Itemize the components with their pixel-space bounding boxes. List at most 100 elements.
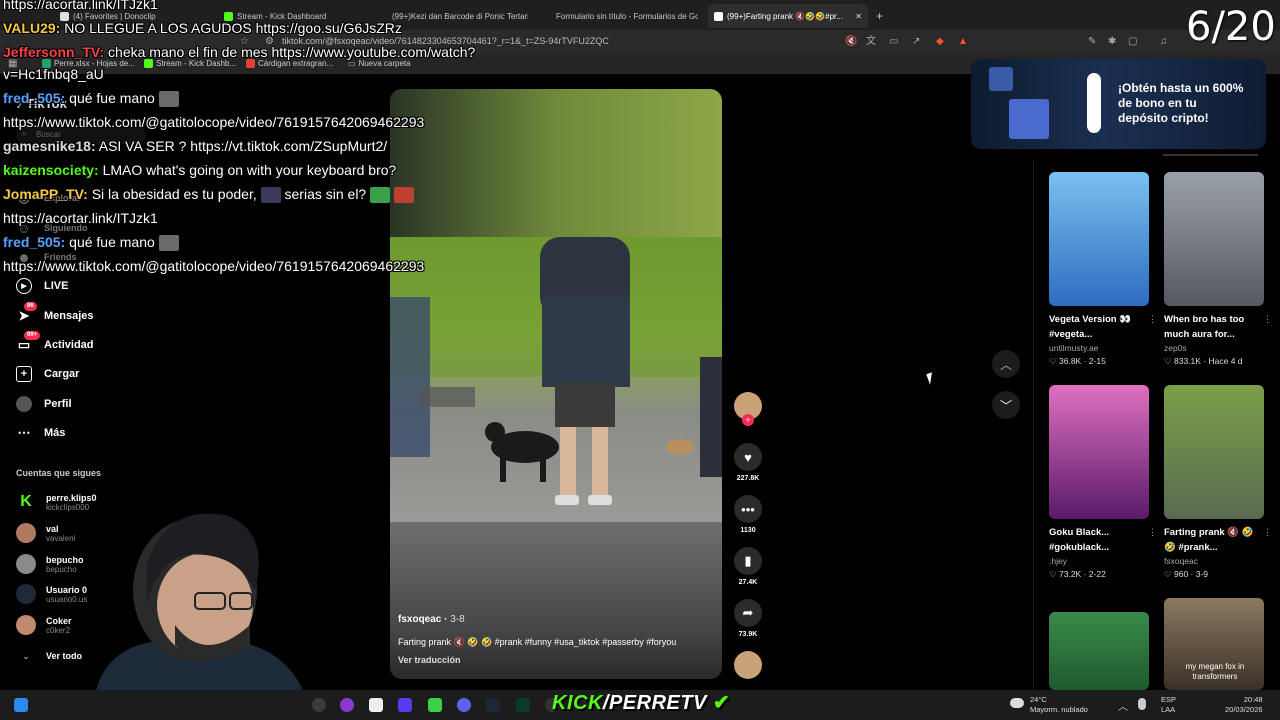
nav-label: LIVE xyxy=(44,280,69,292)
more-options-icon[interactable]: ⋮ xyxy=(1263,527,1272,538)
discord-icon[interactable] xyxy=(457,698,471,712)
recommended-video-card[interactable]: When bro has too much aura for... zep0s … xyxy=(1164,172,1272,367)
next-video-button[interactable]: ﹀ xyxy=(992,391,1020,419)
chat-message: https://acortar.link/ITJzk1 xyxy=(3,0,158,12)
avatar xyxy=(16,554,36,574)
microphone-icon[interactable] xyxy=(1138,698,1146,710)
like-count: 227.8K xyxy=(736,475,760,482)
app-icon[interactable] xyxy=(340,698,354,712)
mute-icon[interactable]: 🔇 xyxy=(845,36,857,47)
save-button[interactable]: ▮ 27.4K xyxy=(734,547,762,586)
nav-actividad[interactable]: ▭ 99+ Actividad xyxy=(16,331,94,355)
like-button[interactable]: ♥ 227.8K xyxy=(734,443,762,482)
app-icon[interactable] xyxy=(398,698,412,712)
heart-icon: ♡ xyxy=(1049,356,1057,366)
video-author[interactable]: fsxoqeac · 3-8 xyxy=(398,614,465,625)
chat-line: JomaPP_TV: Si la obesidad es tu poder, s… xyxy=(3,186,414,204)
card-title: When bro has too much aura for... xyxy=(1164,314,1245,340)
live-icon: ▶ xyxy=(16,278,32,294)
recommended-video-card[interactable]: my megan fox in transformers xyxy=(1164,598,1264,690)
brave-rewards-icon[interactable]: ▲ xyxy=(958,36,969,47)
nav-mas[interactable]: ⋯ Más xyxy=(16,423,66,443)
chat-line: kaizensociety: LMAO what's going on with… xyxy=(3,162,396,178)
tray-chevron-icon[interactable]: ︿ xyxy=(1118,698,1128,713)
gift-box-icon xyxy=(989,67,1013,91)
card-date: 2-15 xyxy=(1088,356,1106,366)
video-thumbnail xyxy=(1164,385,1264,519)
recommended-video-card[interactable] xyxy=(1049,612,1149,690)
nav-mensajes[interactable]: ➤ 86 Mensajes xyxy=(16,302,94,326)
app-icon[interactable] xyxy=(516,698,530,712)
chat-message: https://acortar.link/ITJzk1 xyxy=(3,210,158,226)
chat-username: gamesnike18: xyxy=(3,138,96,154)
bookmark-label: Nueva carpeta xyxy=(358,59,411,68)
windows-start-icon[interactable] xyxy=(14,698,28,712)
brave-shield-icon[interactable]: ◆ xyxy=(936,36,947,47)
tab-kezi[interactable]: (99+)Kezi dan Barcode di Ponic Tertarik xyxy=(388,6,528,26)
more-options-icon[interactable]: ⋮ xyxy=(1148,314,1157,325)
card-likes: 73.2K xyxy=(1059,569,1082,579)
chat-emote xyxy=(158,235,179,252)
heart-icon: ♥ xyxy=(734,443,762,471)
app-icon[interactable] xyxy=(369,698,383,712)
avatar xyxy=(16,523,36,543)
nav-label: Mensajes xyxy=(44,310,94,322)
weather-icon xyxy=(1010,698,1024,708)
chat-username: fred_505: xyxy=(3,90,66,106)
shop-icon xyxy=(246,59,255,68)
tab-google-forms[interactable]: Formulario sin título - Formularios de G… xyxy=(552,6,698,26)
share-icon[interactable]: ↗ xyxy=(912,36,923,47)
tab-farting-prank-active[interactable]: (99+)Farting prank 🔇🤣🤣#pr... ✕ xyxy=(708,4,868,28)
recommended-video-card[interactable]: Vegeta Version 👀 #vegeta... untilmusty.a… xyxy=(1049,172,1157,367)
author-avatar-button[interactable]: + xyxy=(734,392,762,426)
card-title: Vegeta Version 👀 #vegeta... xyxy=(1049,314,1132,340)
cast-icon[interactable]: ▭ xyxy=(889,36,900,47)
close-tab-icon[interactable]: ✕ xyxy=(855,12,862,21)
bookmark-kick-dashboard[interactable]: Stream - Kick Dashb... xyxy=(144,59,236,68)
tray-clock[interactable]: 20:48 20/03/2026 xyxy=(1225,695,1263,715)
previous-video-button[interactable]: ︿ xyxy=(992,350,1020,378)
tray-weather[interactable]: 24°C Mayorm. nublado xyxy=(1030,695,1088,715)
app-icon[interactable] xyxy=(312,698,326,712)
following-header: Cuentas que sigues xyxy=(16,468,102,478)
translate-icon[interactable]: 文 xyxy=(866,36,877,47)
card-likes: 36.8K xyxy=(1059,356,1082,366)
heart-icon: ♡ xyxy=(1164,356,1172,366)
video-player[interactable]: fsxoqeac · 3-8 Farting prank 🔇 🤣 🤣 #pran… xyxy=(390,89,722,679)
more-options-icon[interactable]: ⋮ xyxy=(1263,314,1272,325)
chat-line: https://www.tiktok.com/@gatitolocope/vid… xyxy=(3,258,424,274)
sidebar-icon[interactable]: ▢ xyxy=(1128,36,1139,47)
media-icon[interactable]: ♫ xyxy=(1160,36,1171,47)
tray-language[interactable]: ESP LAA xyxy=(1161,695,1176,715)
sound-disc-button[interactable] xyxy=(734,651,762,679)
nav-cargar[interactable]: + Cargar xyxy=(16,364,79,384)
nav-label: Actividad xyxy=(44,339,94,351)
bookmark-nueva-carpeta[interactable]: ▭ Nueva carpeta xyxy=(348,59,411,68)
music-disc-icon xyxy=(734,651,762,679)
steam-icon[interactable] xyxy=(486,698,500,712)
nav-live[interactable]: ▶ LIVE xyxy=(16,276,68,296)
kick-channel-banner: KICK/PERRETV ✔ xyxy=(552,690,730,715)
card-author: zep0s xyxy=(1164,343,1187,353)
puzzle-icon[interactable]: ✱ xyxy=(1108,36,1119,47)
tab-label: Formulario sin título - Formularios de G… xyxy=(556,11,698,21)
bookmark-cardigan[interactable]: Cárdigan extragran... xyxy=(246,59,333,68)
follow-plus-icon[interactable]: + xyxy=(742,414,754,426)
chevron-up-icon: ︿ xyxy=(999,357,1012,372)
recommended-video-card[interactable]: Farting prank 🔇 🤣🤣 #prank... fsxoqeac ♡ … xyxy=(1164,385,1272,580)
recommended-video-card[interactable]: Goku Black... #gokublack... .hjey ♡ 73.2… xyxy=(1049,385,1157,580)
nav-perfil[interactable]: Perfil xyxy=(16,394,72,414)
new-tab-icon[interactable]: + xyxy=(876,6,890,26)
nav-label: Perfil xyxy=(44,398,72,410)
divider xyxy=(1033,160,1034,690)
crypto-ad-banner[interactable]: ¡Obtén hasta un 600% de bono en tu depós… xyxy=(971,59,1266,149)
more-options-icon[interactable]: ⋮ xyxy=(1148,527,1157,538)
comment-button[interactable]: ••• 1130 xyxy=(734,495,762,534)
chat-username: Jeffersonn_TV: xyxy=(3,44,105,60)
app-icon[interactable] xyxy=(428,698,442,712)
translate-link[interactable]: Ver traducción xyxy=(398,655,461,665)
video-frame xyxy=(390,237,722,522)
share-button[interactable]: ➦ 73.9K xyxy=(734,599,762,638)
messages-icon: ➤ 86 xyxy=(16,302,37,324)
extension-icon[interactable]: ✎ xyxy=(1088,36,1099,47)
